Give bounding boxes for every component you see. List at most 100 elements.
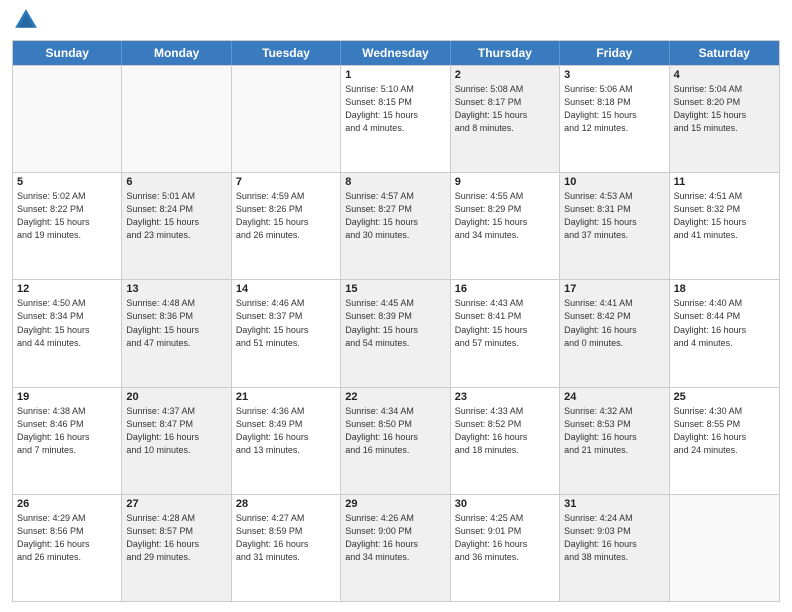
- cal-cell-15: 15 Sunrise: 4:45 AM Sunset: 8:39 PM Dayli…: [341, 280, 450, 386]
- day-number: 23: [455, 391, 555, 403]
- header-day-friday: Friday: [560, 41, 669, 65]
- day-number: 30: [455, 498, 555, 510]
- cal-cell-5: 5 Sunrise: 5:02 AM Sunset: 8:22 PM Daylig…: [13, 173, 122, 279]
- day-number: 14: [236, 283, 336, 295]
- logo: [12, 10, 40, 34]
- day-info: Sunrise: 4:53 AM Sunset: 8:31 PM Dayligh…: [564, 190, 664, 242]
- day-number: 13: [126, 283, 226, 295]
- day-number: 19: [17, 391, 117, 403]
- day-number: 6: [126, 176, 226, 188]
- day-number: 21: [236, 391, 336, 403]
- day-number: 24: [564, 391, 664, 403]
- day-info: Sunrise: 5:01 AM Sunset: 8:24 PM Dayligh…: [126, 190, 226, 242]
- day-info: Sunrise: 4:26 AM Sunset: 9:00 PM Dayligh…: [345, 512, 445, 564]
- day-number: 1: [345, 69, 445, 81]
- cal-cell-2: 2 Sunrise: 5:08 AM Sunset: 8:17 PM Daylig…: [451, 66, 560, 172]
- day-number: 8: [345, 176, 445, 188]
- cal-cell-1: 1 Sunrise: 5:10 AM Sunset: 8:15 PM Daylig…: [341, 66, 450, 172]
- week-row-3: 12 Sunrise: 4:50 AM Sunset: 8:34 PM Dayli…: [13, 279, 779, 386]
- cal-cell-4: 4 Sunrise: 5:04 AM Sunset: 8:20 PM Daylig…: [670, 66, 779, 172]
- header-day-saturday: Saturday: [670, 41, 779, 65]
- day-info: Sunrise: 4:28 AM Sunset: 8:57 PM Dayligh…: [126, 512, 226, 564]
- cal-cell-empty: [232, 66, 341, 172]
- day-info: Sunrise: 5:04 AM Sunset: 8:20 PM Dayligh…: [674, 83, 775, 135]
- day-info: Sunrise: 4:37 AM Sunset: 8:47 PM Dayligh…: [126, 405, 226, 457]
- cal-cell-26: 26 Sunrise: 4:29 AM Sunset: 8:56 PM Dayli…: [13, 495, 122, 601]
- cal-cell-16: 16 Sunrise: 4:43 AM Sunset: 8:41 PM Dayli…: [451, 280, 560, 386]
- cal-cell-19: 19 Sunrise: 4:38 AM Sunset: 8:46 PM Dayli…: [13, 388, 122, 494]
- week-row-2: 5 Sunrise: 5:02 AM Sunset: 8:22 PM Daylig…: [13, 172, 779, 279]
- header-day-wednesday: Wednesday: [341, 41, 450, 65]
- cal-cell-empty: [13, 66, 122, 172]
- cal-cell-13: 13 Sunrise: 4:48 AM Sunset: 8:36 PM Dayli…: [122, 280, 231, 386]
- day-info: Sunrise: 5:10 AM Sunset: 8:15 PM Dayligh…: [345, 83, 445, 135]
- logo-icon: [12, 6, 40, 34]
- cal-cell-8: 8Sunrise: 4:57 AM Sunset: 8:27 PM Daylig…: [341, 173, 450, 279]
- cal-cell-31: 31Sunrise: 4:24 AM Sunset: 9:03 PM Dayli…: [560, 495, 669, 601]
- day-number: 16: [455, 283, 555, 295]
- day-info: Sunrise: 4:29 AM Sunset: 8:56 PM Dayligh…: [17, 512, 117, 564]
- cal-cell-14: 14 Sunrise: 4:46 AM Sunset: 8:37 PM Dayli…: [232, 280, 341, 386]
- cal-cell-30: 30 Sunrise: 4:25 AM Sunset: 9:01 PM Dayli…: [451, 495, 560, 601]
- day-info: Sunrise: 4:43 AM Sunset: 8:41 PM Dayligh…: [455, 297, 555, 349]
- day-info: Sunrise: 4:55 AM Sunset: 8:29 PM Dayligh…: [455, 190, 555, 242]
- header: [12, 10, 780, 34]
- day-info: Sunrise: 4:27 AM Sunset: 8:59 PM Dayligh…: [236, 512, 336, 564]
- day-info: Sunrise: 5:02 AM Sunset: 8:22 PM Dayligh…: [17, 190, 117, 242]
- cal-cell-10: 10 Sunrise: 4:53 AM Sunset: 8:31 PM Dayli…: [560, 173, 669, 279]
- day-number: 12: [17, 283, 117, 295]
- cal-cell-6: 6 Sunrise: 5:01 AM Sunset: 8:24 PM Daylig…: [122, 173, 231, 279]
- calendar: SundayMondayTuesdayWednesdayThursdayFrid…: [12, 40, 780, 602]
- cal-cell-11: 11 Sunrise: 4:51 AM Sunset: 8:32 PM Dayli…: [670, 173, 779, 279]
- header-day-monday: Monday: [122, 41, 231, 65]
- day-info: Sunrise: 5:06 AM Sunset: 8:18 PM Dayligh…: [564, 83, 664, 135]
- day-number: 4: [674, 69, 775, 81]
- day-number: 15: [345, 283, 445, 295]
- day-info: Sunrise: 4:40 AM Sunset: 8:44 PM Dayligh…: [674, 297, 775, 349]
- day-number: 28: [236, 498, 336, 510]
- cal-cell-25: 25Sunrise: 4:30 AM Sunset: 8:55 PM Dayli…: [670, 388, 779, 494]
- header-day-sunday: Sunday: [13, 41, 122, 65]
- day-info: Sunrise: 4:51 AM Sunset: 8:32 PM Dayligh…: [674, 190, 775, 242]
- calendar-header-row: SundayMondayTuesdayWednesdayThursdayFrid…: [13, 41, 779, 65]
- day-info: Sunrise: 4:30 AM Sunset: 8:55 PM Dayligh…: [674, 405, 775, 457]
- day-info: Sunrise: 4:46 AM Sunset: 8:37 PM Dayligh…: [236, 297, 336, 349]
- week-row-1: 1 Sunrise: 5:10 AM Sunset: 8:15 PM Daylig…: [13, 65, 779, 172]
- cal-cell-20: 20 Sunrise: 4:37 AM Sunset: 8:47 PM Dayli…: [122, 388, 231, 494]
- day-number: 10: [564, 176, 664, 188]
- day-number: 26: [17, 498, 117, 510]
- day-info: Sunrise: 4:32 AM Sunset: 8:53 PM Dayligh…: [564, 405, 664, 457]
- day-info: Sunrise: 4:59 AM Sunset: 8:26 PM Dayligh…: [236, 190, 336, 242]
- day-info: Sunrise: 4:24 AM Sunset: 9:03 PM Dayligh…: [564, 512, 664, 564]
- day-info: Sunrise: 4:45 AM Sunset: 8:39 PM Dayligh…: [345, 297, 445, 349]
- day-info: Sunrise: 4:33 AM Sunset: 8:52 PM Dayligh…: [455, 405, 555, 457]
- cal-cell-7: 7 Sunrise: 4:59 AM Sunset: 8:26 PM Daylig…: [232, 173, 341, 279]
- day-number: 7: [236, 176, 336, 188]
- day-info: Sunrise: 4:41 AM Sunset: 8:42 PM Dayligh…: [564, 297, 664, 349]
- week-row-4: 19 Sunrise: 4:38 AM Sunset: 8:46 PM Dayli…: [13, 387, 779, 494]
- day-info: Sunrise: 4:38 AM Sunset: 8:46 PM Dayligh…: [17, 405, 117, 457]
- day-number: 11: [674, 176, 775, 188]
- day-number: 2: [455, 69, 555, 81]
- cal-cell-empty: [122, 66, 231, 172]
- cal-cell-23: 23 Sunrise: 4:33 AM Sunset: 8:52 PM Dayli…: [451, 388, 560, 494]
- cal-cell-21: 21 Sunrise: 4:36 AM Sunset: 8:49 PM Dayli…: [232, 388, 341, 494]
- day-info: Sunrise: 5:08 AM Sunset: 8:17 PM Dayligh…: [455, 83, 555, 135]
- day-info: Sunrise: 4:48 AM Sunset: 8:36 PM Dayligh…: [126, 297, 226, 349]
- week-row-5: 26 Sunrise: 4:29 AM Sunset: 8:56 PM Dayli…: [13, 494, 779, 601]
- day-info: Sunrise: 4:25 AM Sunset: 9:01 PM Dayligh…: [455, 512, 555, 564]
- day-number: 20: [126, 391, 226, 403]
- day-info: Sunrise: 4:50 AM Sunset: 8:34 PM Dayligh…: [17, 297, 117, 349]
- cal-cell-9: 9Sunrise: 4:55 AM Sunset: 8:29 PM Daylig…: [451, 173, 560, 279]
- day-number: 5: [17, 176, 117, 188]
- day-info: Sunrise: 4:36 AM Sunset: 8:49 PM Dayligh…: [236, 405, 336, 457]
- cal-cell-17: 17 Sunrise: 4:41 AM Sunset: 8:42 PM Dayli…: [560, 280, 669, 386]
- day-number: 17: [564, 283, 664, 295]
- header-day-thursday: Thursday: [451, 41, 560, 65]
- calendar-body: 1 Sunrise: 5:10 AM Sunset: 8:15 PM Daylig…: [13, 65, 779, 601]
- day-info: Sunrise: 4:34 AM Sunset: 8:50 PM Dayligh…: [345, 405, 445, 457]
- cal-cell-22: 22Sunrise: 4:34 AM Sunset: 8:50 PM Dayli…: [341, 388, 450, 494]
- cal-cell-29: 29Sunrise: 4:26 AM Sunset: 9:00 PM Dayli…: [341, 495, 450, 601]
- cal-cell-12: 12 Sunrise: 4:50 AM Sunset: 8:34 PM Dayli…: [13, 280, 122, 386]
- day-number: 18: [674, 283, 775, 295]
